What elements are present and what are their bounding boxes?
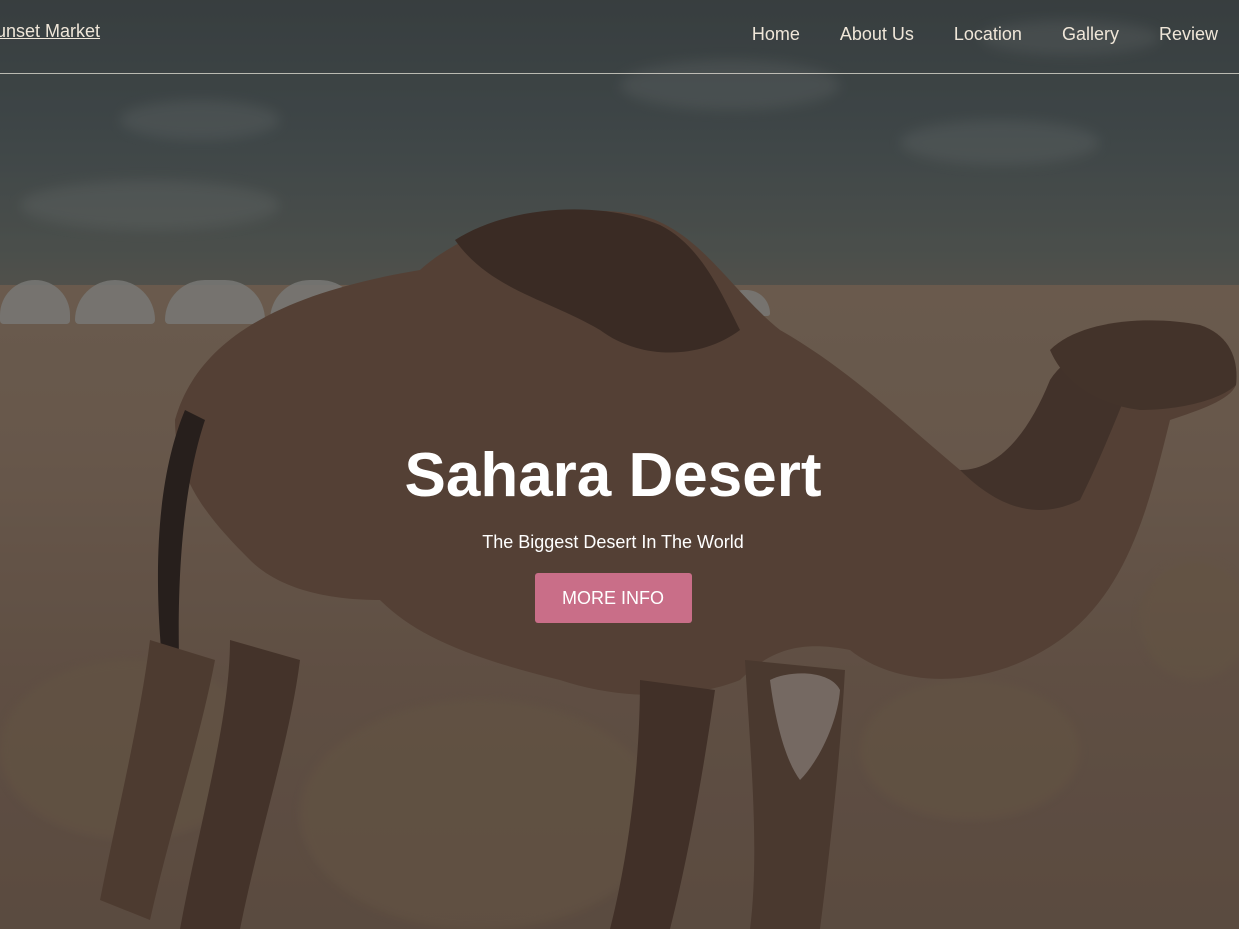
hero-content: Sahara Desert The Biggest Desert In The … (0, 440, 1226, 623)
hero-title: Sahara Desert (404, 441, 822, 510)
nav-link-location[interactable]: Location (954, 24, 1022, 45)
brand-link[interactable]: unset Market (0, 21, 100, 42)
nav-link-review[interactable]: Review (1159, 24, 1218, 45)
nav-link-about-us[interactable]: About Us (840, 24, 914, 45)
top-navbar: unset Market Home About Us Location Gall… (0, 0, 1239, 74)
nav-link-gallery[interactable]: Gallery (1062, 24, 1119, 45)
hero-subtitle: The Biggest Desert In The World (482, 532, 744, 552)
nav-link-home[interactable]: Home (752, 24, 800, 45)
hero-section: unset Market Home About Us Location Gall… (0, 0, 1239, 929)
nav-links: Home About Us Location Gallery Review (752, 24, 1218, 45)
more-info-button[interactable]: MORE INFO (534, 573, 692, 623)
